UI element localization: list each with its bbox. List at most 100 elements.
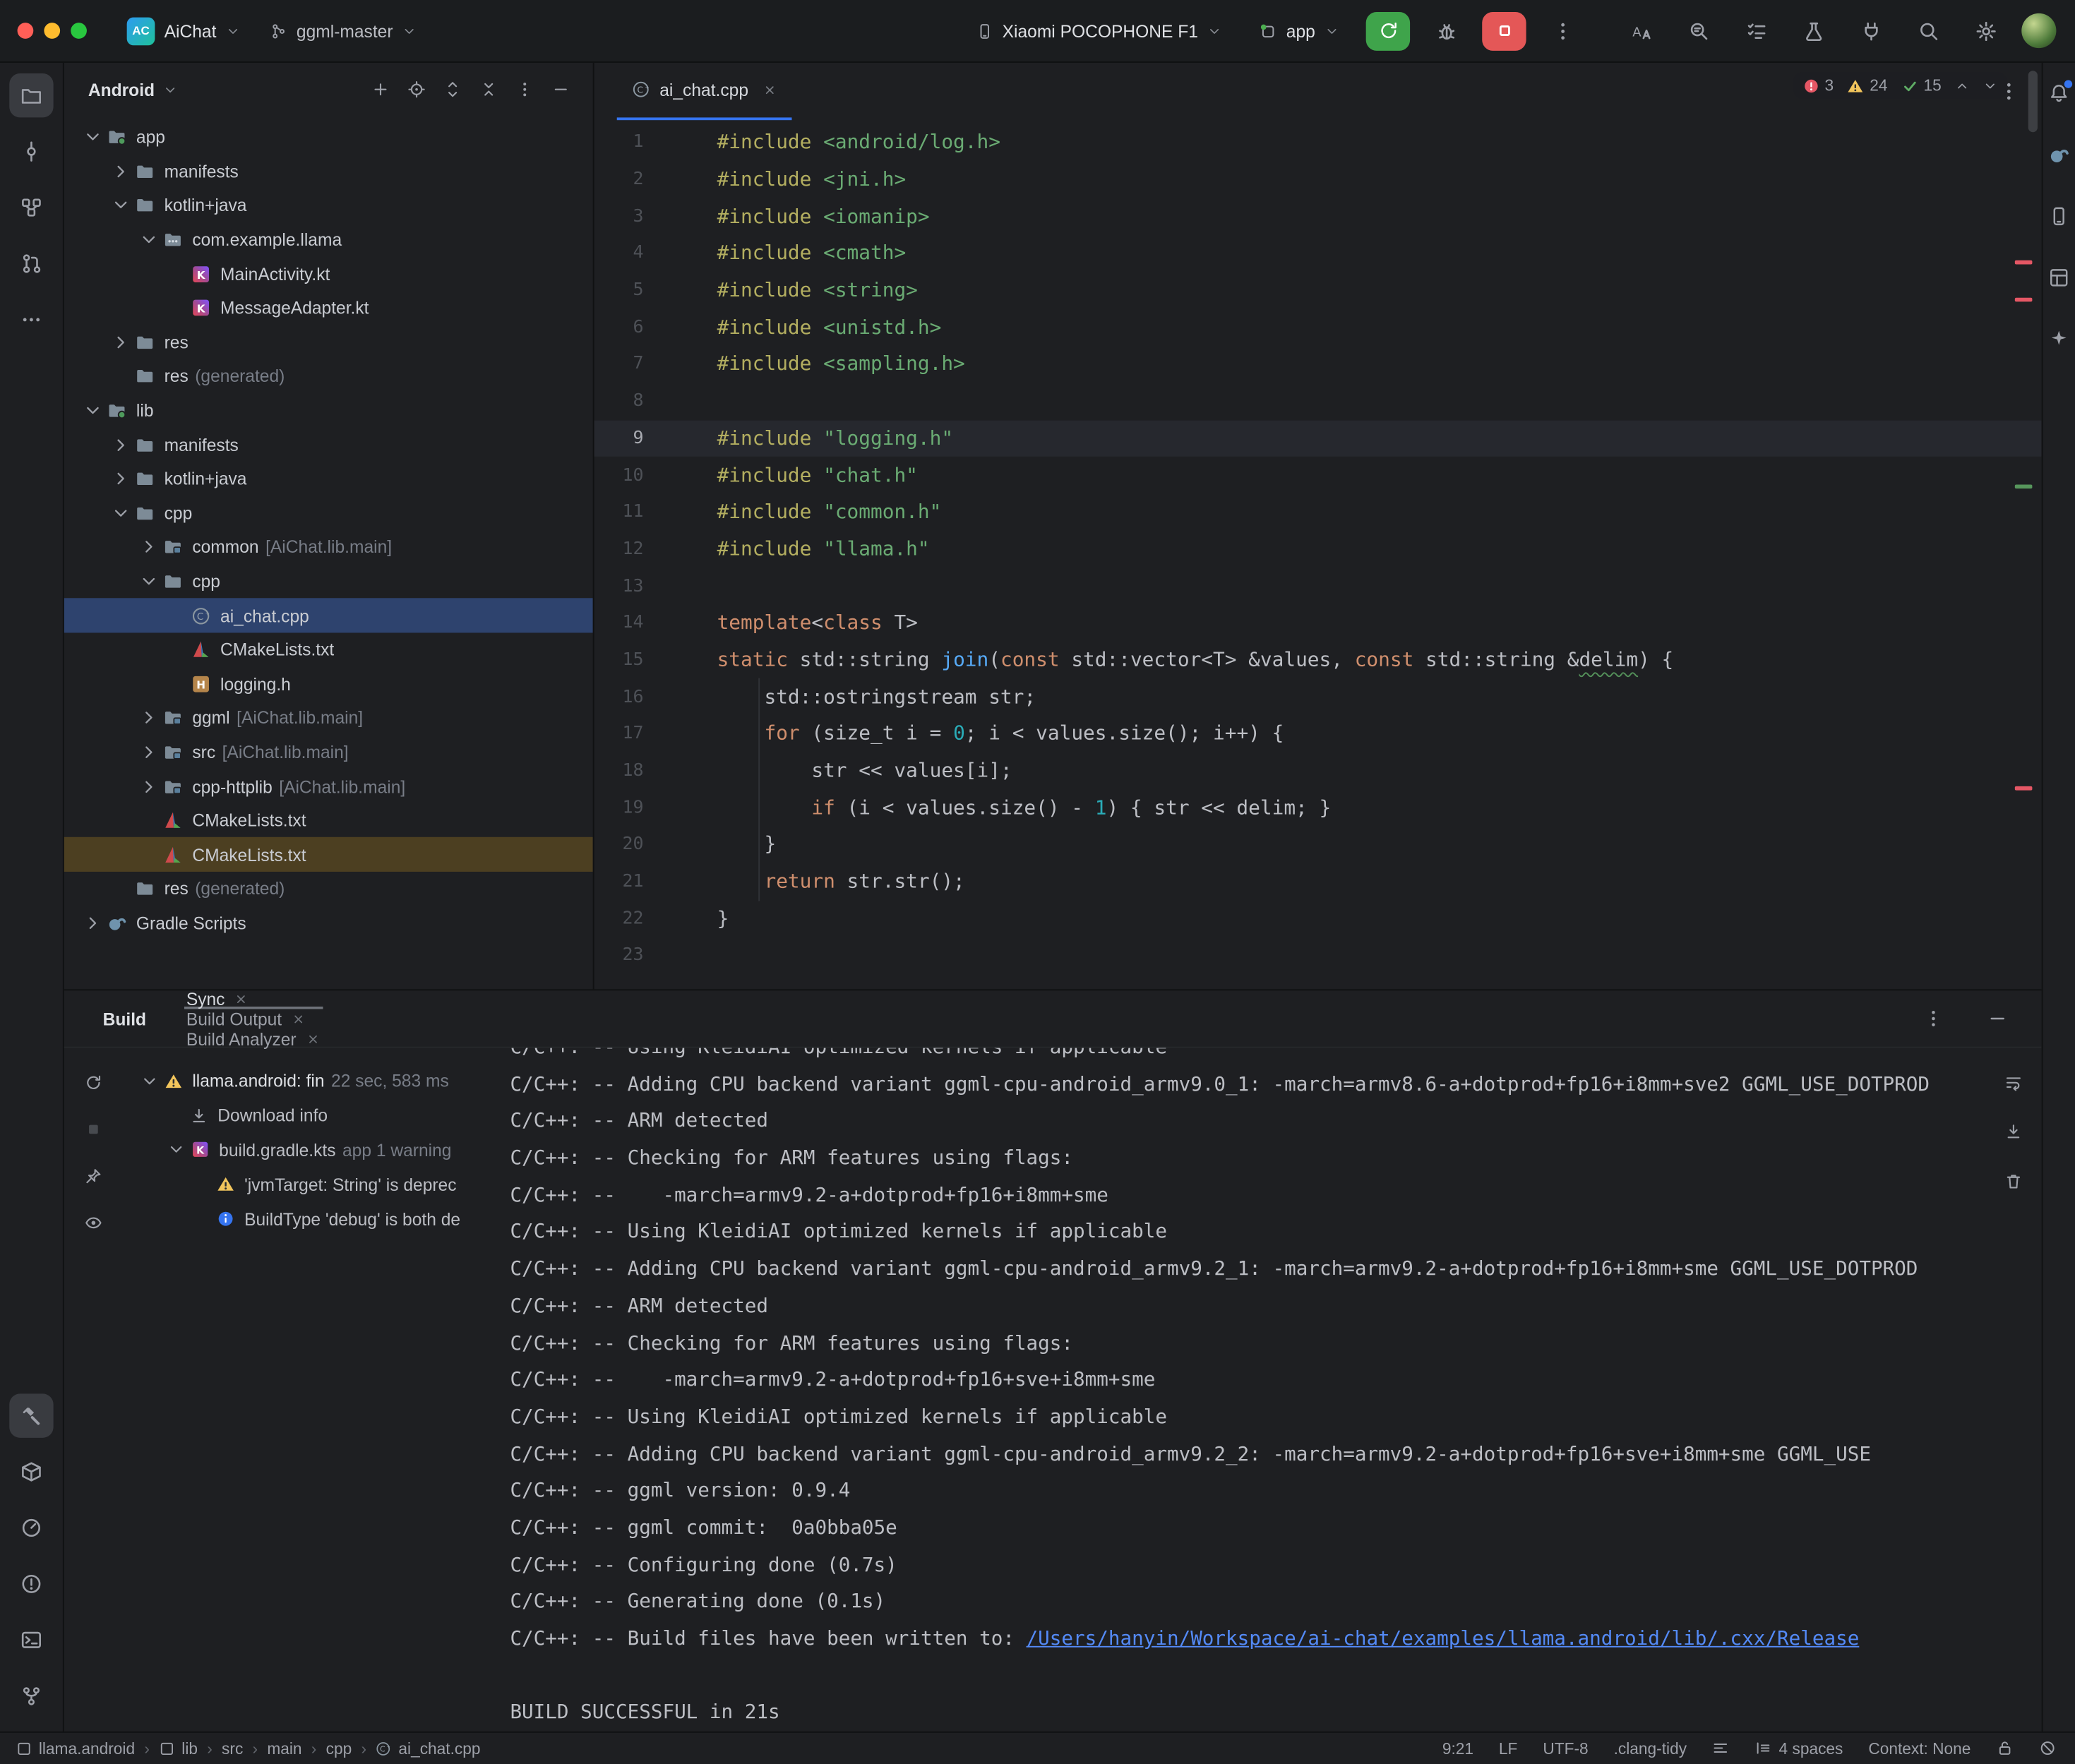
- status-unlock-icon[interactable]: [1996, 1739, 2014, 1757]
- code-line-5[interactable]: 5#include <string>: [594, 272, 2042, 308]
- rerun-app-button[interactable]: [1366, 11, 1410, 50]
- pull-request-button[interactable]: [9, 241, 53, 285]
- tree-item-cpp-httplib[interactable]: cpp-httplib[AiChat.lib.main]: [64, 769, 593, 803]
- stop-app-button[interactable]: [1482, 11, 1526, 50]
- tree-item-common[interactable]: common[AiChat.lib.main]: [64, 530, 593, 564]
- breadcrumb-lib[interactable]: lib: [159, 1739, 198, 1757]
- code-line-18[interactable]: 18 str << values[i];: [594, 752, 2042, 789]
- close-tab-icon[interactable]: [306, 1031, 321, 1046]
- tree-item-src[interactable]: src[AiChat.lib.main]: [64, 735, 593, 769]
- problems-button[interactable]: [9, 1561, 53, 1605]
- code-line-23[interactable]: 23: [594, 937, 2042, 974]
- status-formatter-icon[interactable]: [1712, 1739, 1730, 1757]
- build-tab-build-output[interactable]: Build Output: [184, 1009, 323, 1028]
- tree-item-cpp[interactable]: cpp: [64, 564, 593, 598]
- pin-button[interactable]: [78, 1160, 109, 1192]
- scroll-end-button[interactable]: [1997, 1116, 2029, 1148]
- more-button[interactable]: [509, 73, 541, 105]
- minimize-window-button[interactable]: [44, 23, 60, 39]
- collapse-all-button[interactable]: [472, 73, 504, 105]
- tree-item-messageadapter-kt[interactable]: KMessageAdapter.kt: [64, 291, 593, 325]
- breadcrumb-ai-chat-cpp[interactable]: C+ai_chat.cpp: [376, 1739, 480, 1757]
- assistant-button[interactable]: [2044, 325, 2074, 354]
- layout-inspector-button[interactable]: [2044, 263, 2074, 293]
- code-line-14[interactable]: 14template<class T>: [594, 605, 2042, 642]
- code-line-11[interactable]: 11#include "common.h": [594, 494, 2042, 531]
- build-tree-item-jvmtarget-string-is-deprec[interactable]: 'jvmTarget: String' is deprec: [123, 1168, 510, 1202]
- code-line-10[interactable]: 10#include "chat.h": [594, 457, 2042, 493]
- tree-item-cpp[interactable]: cpp: [64, 496, 593, 530]
- code-line-4[interactable]: 4#include <cmath>: [594, 235, 2042, 272]
- build-tree-item-buildtype-debug-is-both-de[interactable]: BuildType 'debug' is both de: [123, 1201, 510, 1236]
- error-stripe-mark[interactable]: [2015, 298, 2033, 302]
- close-tab-icon[interactable]: [762, 82, 777, 97]
- error-stripe-mark[interactable]: [2015, 786, 2033, 791]
- build-tab-build-analyzer[interactable]: Build Analyzer: [184, 1028, 323, 1048]
- build-button[interactable]: [9, 1393, 53, 1436]
- eye-button[interactable]: [78, 1207, 109, 1239]
- code-line-19[interactable]: 19 if (i < values.size() - 1) { str << d…: [594, 789, 2042, 826]
- gradle-button[interactable]: [2044, 140, 2074, 170]
- project-button[interactable]: [9, 73, 53, 117]
- code-line-1[interactable]: 1#include <android/log.h>: [594, 124, 2042, 161]
- code-line-3[interactable]: 3#include <iomanip>: [594, 198, 2042, 235]
- debug-app-button[interactable]: [1426, 12, 1466, 49]
- commit-button[interactable]: [9, 129, 53, 173]
- status-context-none[interactable]: Context: None: [1868, 1739, 1971, 1757]
- build-panel-title[interactable]: Build: [103, 1009, 146, 1028]
- build-options-button[interactable]: [1913, 1000, 1954, 1038]
- code-line-13[interactable]: 13: [594, 568, 2042, 604]
- tree-item-res[interactable]: res(generated): [64, 872, 593, 906]
- tree-item-lib[interactable]: lib: [64, 393, 593, 427]
- chevron-down-icon[interactable]: [1983, 78, 1997, 93]
- status-inspections-icon[interactable]: [2039, 1739, 2057, 1757]
- locate-file-button[interactable]: [400, 73, 432, 105]
- close-tab-icon[interactable]: [234, 991, 249, 1006]
- tree-item-cmakelists-txt[interactable]: CMakeLists.txt: [64, 803, 593, 837]
- zoom-window-button[interactable]: [71, 23, 87, 39]
- todo-list-button[interactable]: [1735, 8, 1778, 52]
- branch-widget[interactable]: ggml-master: [259, 16, 428, 46]
- code-line-16[interactable]: 16 std::ostringstream str;: [594, 678, 2042, 715]
- tree-item-kotlin-java[interactable]: kotlin+java: [64, 188, 593, 222]
- change-stripe-mark[interactable]: [2015, 485, 2033, 489]
- editor-tab-ai-chat-cpp[interactable]: C+ ai_chat.cpp: [617, 61, 791, 120]
- code-line-20[interactable]: 20 }: [594, 827, 2042, 863]
- tree-item-logging-h[interactable]: Hlogging.h: [64, 667, 593, 701]
- status-9-21[interactable]: 9:21: [1442, 1739, 1473, 1757]
- hide-panel-button[interactable]: [545, 73, 577, 105]
- project-view-title[interactable]: Android: [88, 80, 155, 100]
- tree-item-cmakelists-txt[interactable]: CMakeLists.txt: [64, 632, 593, 666]
- translate-button[interactable]: A: [1620, 8, 1663, 52]
- console-path-link[interactable]: /Users/hanyin/Workspace/ai-chat/examples…: [1027, 1627, 1860, 1650]
- error-stripe-mark[interactable]: [2015, 260, 2033, 265]
- status-lf[interactable]: LF: [1499, 1739, 1518, 1757]
- tree-item-kotlin-java[interactable]: kotlin+java: [64, 462, 593, 496]
- tree-item-manifests[interactable]: manifests: [64, 155, 593, 188]
- status-clang-tidy[interactable]: .clang-tidy: [1614, 1739, 1687, 1757]
- code-line-17[interactable]: 17 for (size_t i = 0; i < values.size();…: [594, 716, 2042, 752]
- code-line-15[interactable]: 15static std::string join(const std::vec…: [594, 642, 2042, 678]
- build-tree-item-llama-android-fin[interactable]: llama.android: fin22 sec, 583 ms: [123, 1064, 510, 1098]
- project-widget[interactable]: AC AiChat: [116, 11, 251, 50]
- code-line-21[interactable]: 21 return str.str();: [594, 863, 2042, 900]
- search-button[interactable]: [1907, 8, 1951, 52]
- hide-build-panel-button[interactable]: [1978, 1000, 2018, 1038]
- avatar[interactable]: [2021, 13, 2056, 48]
- rerun-button[interactable]: [78, 1067, 109, 1098]
- packages-button[interactable]: [9, 1449, 53, 1493]
- ellipsis-button[interactable]: [9, 298, 53, 342]
- tree-item-res[interactable]: res(generated): [64, 359, 593, 393]
- tree-item-res[interactable]: res: [64, 325, 593, 359]
- tree-item-gradle-scripts[interactable]: Gradle Scripts: [64, 906, 593, 940]
- editor-scrollbar[interactable]: [2028, 71, 2038, 132]
- structure-button[interactable]: [9, 186, 53, 229]
- code-line-12[interactable]: 12#include "llama.h": [594, 531, 2042, 568]
- inspections-widget[interactable]: 3 24 15: [1793, 72, 2007, 99]
- build-tree-item-build-gradle-kts[interactable]: Kbuild.gradle.ktsapp 1 warning: [123, 1133, 510, 1168]
- code-line-8[interactable]: 8: [594, 383, 2042, 419]
- clear-button[interactable]: [1997, 1165, 2029, 1197]
- tree-item-cmakelists-txt[interactable]: CMakeLists.txt: [64, 838, 593, 872]
- expand-all-button[interactable]: [436, 73, 468, 105]
- device-manager-button[interactable]: [2044, 202, 2074, 232]
